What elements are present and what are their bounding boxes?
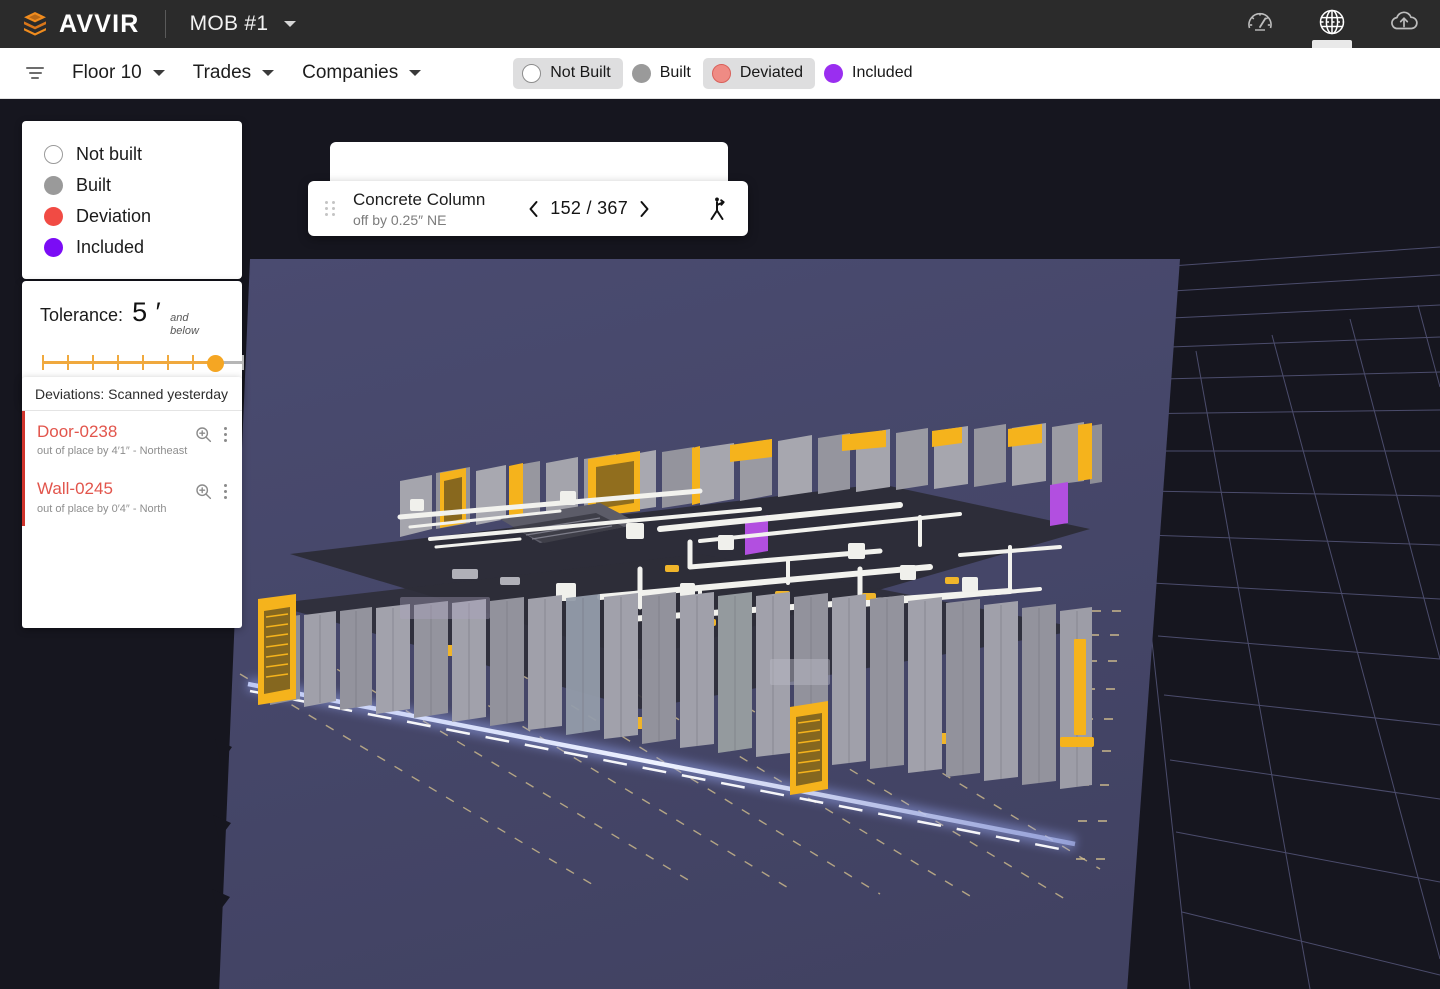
- element-info: Concrete Column off by 0.25″ NE: [353, 189, 485, 227]
- tolerance-title: Tolerance:: [40, 305, 124, 325]
- status-label-included: Included: [852, 64, 913, 81]
- chevron-down-icon: [409, 70, 422, 76]
- gauge-icon-button[interactable]: [1224, 0, 1296, 48]
- deviation-list-item[interactable]: Door-0238 out of place by 4′1″ - Northea…: [22, 411, 242, 469]
- drag-handle-icon[interactable]: [325, 201, 335, 216]
- legend-panel: Not built Built Deviation Included: [22, 121, 242, 279]
- slider-tick: [142, 355, 144, 371]
- element-navigation: 152 / 367: [521, 196, 657, 222]
- legend-item-deviation[interactable]: Deviation: [22, 201, 242, 232]
- tolerance-value: 5 ′: [132, 297, 162, 327]
- status-filter-group: Not Built Built Deviated Included: [513, 57, 925, 89]
- filter-icon[interactable]: [26, 67, 44, 79]
- avvir-hex-logo-icon: [20, 9, 50, 39]
- deviation-item-text: Wall-0245 out of place by 0′4″ - North: [37, 478, 195, 514]
- status-label-deviated: Deviated: [739, 64, 803, 81]
- globe-grid-icon: [1316, 6, 1348, 43]
- status-label-not-built: Not Built: [550, 64, 611, 81]
- status-label-built: Built: [659, 64, 691, 81]
- logo-text: AVVIR: [59, 9, 140, 38]
- slider-tick: [167, 355, 169, 371]
- deviation-subtitle: out of place by 0′4″ - North: [37, 502, 167, 515]
- project-chevron-down-icon[interactable]: [284, 21, 297, 27]
- status-filter-built[interactable]: Built: [623, 58, 703, 89]
- deviation-title: Door-0238: [37, 422, 118, 441]
- tolerance-header: Tolerance: 5 ′ and below: [40, 297, 224, 337]
- cloud-upload-icon: [1387, 7, 1421, 42]
- deviation-item-actions: [195, 478, 230, 501]
- status-filter-deviated[interactable]: Deviated: [702, 57, 815, 89]
- legend-item-included[interactable]: Included: [22, 232, 242, 263]
- app-root: AVVIR MOB #1 Floor 10 Trades Companies N…: [0, 0, 1440, 989]
- project-name: MOB #1: [189, 12, 269, 35]
- kebab-menu-icon[interactable]: [221, 425, 230, 444]
- legend-dot-deviation: [44, 207, 63, 226]
- element-title: Concrete Column: [353, 190, 486, 210]
- legend-label-included: Included: [76, 237, 145, 257]
- slider-tick: [42, 355, 44, 371]
- slider-tick: [67, 355, 69, 371]
- legend-dot-built: [44, 176, 63, 195]
- status-filter-not-built[interactable]: Not Built: [513, 57, 623, 89]
- deviation-list-item[interactable]: Wall-0245 out of place by 0′4″ - North: [22, 468, 242, 526]
- tolerance-slider[interactable]: [40, 349, 244, 375]
- status-dot-included: [824, 63, 843, 83]
- orange-louvre-panel-2: [790, 701, 828, 795]
- filter-bar: Floor 10 Trades Companies Not Built Buil…: [0, 48, 1440, 99]
- deviations-panel: Deviations: Scanned yesterday Door-0238 …: [22, 377, 242, 628]
- element-navigator-card: Concrete Column off by 0.25″ NE 152 / 36…: [308, 181, 748, 236]
- walkthrough-person-icon[interactable]: [706, 196, 728, 222]
- status-dot-deviated: [711, 63, 731, 83]
- element-counter: 152 / 367: [550, 198, 629, 218]
- app-logo[interactable]: AVVIR: [0, 9, 140, 39]
- tolerance-qualifier-line2: below: [170, 324, 199, 337]
- tolerance-qualifier-line1: and: [170, 312, 189, 324]
- slider-tick: [242, 355, 244, 371]
- deviation-title: Wall-0245: [37, 479, 113, 499]
- floor-dropdown-label: Floor 10: [72, 62, 142, 83]
- orange-louvre-panel: [258, 594, 296, 705]
- prev-element-button[interactable]: [521, 196, 546, 222]
- deviations-header: Deviations: Scanned yesterday: [22, 377, 242, 411]
- companies-dropdown-label: Companies: [302, 62, 399, 83]
- chevron-down-icon: [152, 70, 165, 76]
- legend-dot-included: [44, 238, 63, 257]
- chevron-down-icon: [262, 70, 275, 76]
- trades-dropdown[interactable]: Trades: [192, 62, 275, 84]
- gauge-icon: [1245, 7, 1275, 42]
- slider-knob[interactable]: [207, 354, 224, 372]
- kebab-menu-icon[interactable]: [221, 482, 230, 501]
- status-dot-built: [631, 63, 651, 83]
- slider-tick: [192, 355, 194, 371]
- legend-item-not-built[interactable]: Not built: [22, 139, 242, 170]
- globe-grid-icon-button[interactable]: [1296, 0, 1368, 48]
- legend-dot-not-built: [44, 145, 63, 164]
- slider-tick: [92, 355, 94, 371]
- tolerance-qualifier: and below: [170, 312, 199, 337]
- top-bar: AVVIR MOB #1: [0, 0, 1440, 48]
- zoom-in-icon[interactable]: [195, 483, 212, 500]
- element-deviation-text: off by 0.25″ NE: [353, 211, 447, 228]
- legend-label-not-built: Not built: [76, 144, 143, 164]
- deviation-item-text: Door-0238 out of place by 4′1″ - Northea…: [37, 421, 195, 457]
- legend-label-built: Built: [76, 175, 112, 195]
- topbar-divider: [164, 10, 166, 38]
- status-dot-not-built: [522, 63, 542, 83]
- legend-item-built[interactable]: Built: [22, 170, 242, 201]
- slider-tick: [117, 355, 119, 371]
- deviation-subtitle: out of place by 4′1″ - Northeast: [37, 445, 188, 458]
- legend-label-deviation: Deviation: [76, 206, 152, 226]
- cloud-upload-icon-button[interactable]: [1368, 0, 1440, 48]
- companies-dropdown[interactable]: Companies: [302, 62, 422, 84]
- floor-dropdown[interactable]: Floor 10: [72, 62, 165, 84]
- status-filter-included[interactable]: Included: [815, 58, 925, 89]
- next-element-button[interactable]: [632, 196, 657, 222]
- topbar-icon-group: [1224, 0, 1440, 48]
- trades-dropdown-label: Trades: [192, 62, 252, 83]
- deviation-item-actions: [195, 421, 230, 444]
- zoom-in-icon[interactable]: [195, 426, 212, 443]
